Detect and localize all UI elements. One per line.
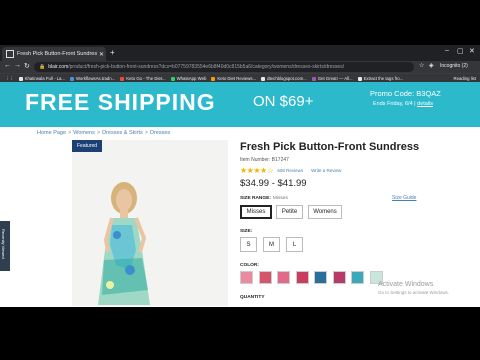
breadcrumb-link[interactable]: Dresses & Skirts <box>102 130 143 136</box>
size-label: SIZE: <box>240 229 253 234</box>
tab-strip: b Fresh Pick Button-Front Sundress ✕ + –… <box>0 45 480 61</box>
bookmark-item[interactable]: Khatirwala Full - La... <box>18 76 65 81</box>
size-range-label: SIZE RANGE: Misses <box>240 196 288 201</box>
extension-icon[interactable]: ◈ <box>429 62 434 69</box>
bookmark-item[interactable]: WhatsApp Web <box>170 76 207 81</box>
banner-threshold: ON $69+ <box>253 93 314 110</box>
bookmark-item[interactable]: WorkflowsAs.tradn... <box>69 76 116 81</box>
bookmark-item[interactable]: Get Great! — All... <box>311 76 353 81</box>
bookmark-item[interactable]: dtechblogspot.com... <box>261 76 307 81</box>
bookmark-label: dtechblogspot.com... <box>267 76 307 81</box>
model-photo <box>72 140 228 306</box>
banner-headline: FREE SHIPPING <box>25 89 216 115</box>
rating-stars: ★★★★☆ <box>240 166 274 175</box>
breadcrumb-separator: > <box>96 130 101 136</box>
size-range-value: Misses <box>272 196 288 201</box>
featured-badge: Featured <box>72 140 103 152</box>
size-s-button[interactable]: S <box>240 237 257 252</box>
bookmark-label: Get Great! — All... <box>317 76 353 81</box>
bookmark-favicon-icon <box>357 76 362 81</box>
rating-row: ★★★★☆ 608 Reviews Write a Review <box>240 166 341 175</box>
windows-watermark: Activate Windows <box>378 281 434 288</box>
address-bar[interactable]: 🔒 blair.com /product/fresh-pick-button-f… <box>34 62 414 72</box>
incognito-label[interactable]: Incognito (2) <box>440 63 468 69</box>
recently-viewed-label: Recently Viewed <box>1 229 6 259</box>
breadcrumb-link[interactable]: Womens <box>73 130 95 136</box>
apps-icon[interactable]: ⋮⋮ <box>5 76 14 82</box>
bookmark-favicon-icon <box>311 76 316 81</box>
bookmark-label: Keto Diet Reviews... <box>217 76 257 81</box>
details-link[interactable]: details <box>417 101 433 107</box>
size-range-misses-button[interactable]: Misses <box>240 205 272 219</box>
promo-ends: Ends Friday, 6/4 | details <box>373 101 434 107</box>
forward-icon[interactable]: → <box>14 62 21 69</box>
breadcrumb-separator: > <box>144 130 148 136</box>
bookmark-label: Extract the tags fro... <box>363 76 404 81</box>
size-range-petite-button[interactable]: Petite <box>276 205 303 219</box>
quantity-label: QUANTITY <box>240 295 265 300</box>
bookmark-favicon-icon <box>120 76 125 81</box>
recently-viewed-tab[interactable]: Recently Viewed <box>0 221 10 271</box>
breadcrumb: Home Page > Womens > Dresses & Skirts > Dresse… <box>37 130 170 136</box>
close-tab-icon[interactable]: ✕ <box>99 51 104 58</box>
browser-toolbar: ← → ↻ 🔒 blair.com /product/fresh-pick-bu… <box>0 61 480 73</box>
windows-watermark-sub: Go to Settings to activate Windows. <box>378 290 450 295</box>
bookmark-favicon-icon <box>170 76 175 81</box>
size-guide-link[interactable]: Size Guide <box>392 195 416 201</box>
reload-icon[interactable]: ↻ <box>24 62 30 70</box>
close-window-icon[interactable]: ✕ <box>469 47 475 55</box>
bookmark-item[interactable]: Keto Go - The Diet... <box>120 76 166 81</box>
bookmark-item[interactable]: Extract the tags fro... <box>357 76 404 81</box>
breadcrumb-link[interactable]: Dresses <box>150 130 170 136</box>
bookmark-label: WhatsApp Web <box>176 76 207 81</box>
bookmark-label: Khatirwala Full - La... <box>24 76 65 81</box>
color-swatch[interactable] <box>295 271 309 284</box>
color-swatch[interactable] <box>277 271 290 284</box>
site-favicon-icon: b <box>6 50 14 58</box>
color-swatch[interactable] <box>351 271 364 284</box>
write-review-link[interactable]: Write a Review <box>311 168 341 173</box>
url-domain: blair.com <box>48 64 69 70</box>
product-title: Fresh Pick Button-Front Sundress <box>240 141 420 153</box>
product-image[interactable]: Featured <box>72 140 228 306</box>
back-icon[interactable]: ← <box>4 62 11 69</box>
bookmark-favicon-icon <box>211 76 216 81</box>
browser-window: b Fresh Pick Button-Front Sundress ✕ + –… <box>0 45 480 307</box>
color-swatch[interactable] <box>258 271 272 284</box>
size-m-button[interactable]: M <box>263 237 280 252</box>
lock-icon: 🔒 <box>39 64 46 70</box>
item-number: Item Number: B17247 <box>240 157 289 163</box>
maximize-icon[interactable]: ▢ <box>457 47 464 55</box>
browser-tab[interactable]: b Fresh Pick Button-Front Sundress ✕ <box>2 47 106 61</box>
bookmark-label: Keto Go - The Diet... <box>126 76 166 81</box>
color-swatch[interactable] <box>314 271 327 284</box>
bookmark-label: WorkflowsAs.tradn... <box>75 76 116 81</box>
color-swatch[interactable] <box>240 271 253 284</box>
color-swatch[interactable] <box>332 271 346 284</box>
bookmark-favicon-icon <box>69 76 74 81</box>
tab-title: Fresh Pick Button-Front Sundress <box>17 51 97 57</box>
bookmark-favicon-icon <box>18 76 23 81</box>
minimize-icon[interactable]: – <box>445 47 449 54</box>
color-label: COLOR: <box>240 263 259 268</box>
new-tab-icon[interactable]: + <box>110 48 115 57</box>
bookmark-item[interactable]: Keto Diet Reviews... <box>211 76 256 81</box>
price: $34.99 - $41.99 <box>240 178 307 189</box>
star-icon[interactable]: ☆ <box>419 62 424 69</box>
breadcrumb-separator: > <box>68 130 72 136</box>
reviews-link[interactable]: 608 Reviews <box>277 168 303 173</box>
promo-banner[interactable]: FREE SHIPPING ON $69+ Promo Code: B3QAZ … <box>0 82 480 127</box>
bookmark-favicon-icon <box>261 76 266 81</box>
promo-code: Promo Code: B3QAZ <box>370 89 441 98</box>
size-range-womens-button[interactable]: Womens <box>308 205 342 219</box>
size-l-button[interactable]: L <box>286 237 303 252</box>
url-path: /product/fresh-pick-button-front-sundres… <box>68 64 345 70</box>
reading-list-button[interactable]: Reading list <box>454 76 476 81</box>
breadcrumb-link[interactable]: Home Page <box>37 130 66 136</box>
